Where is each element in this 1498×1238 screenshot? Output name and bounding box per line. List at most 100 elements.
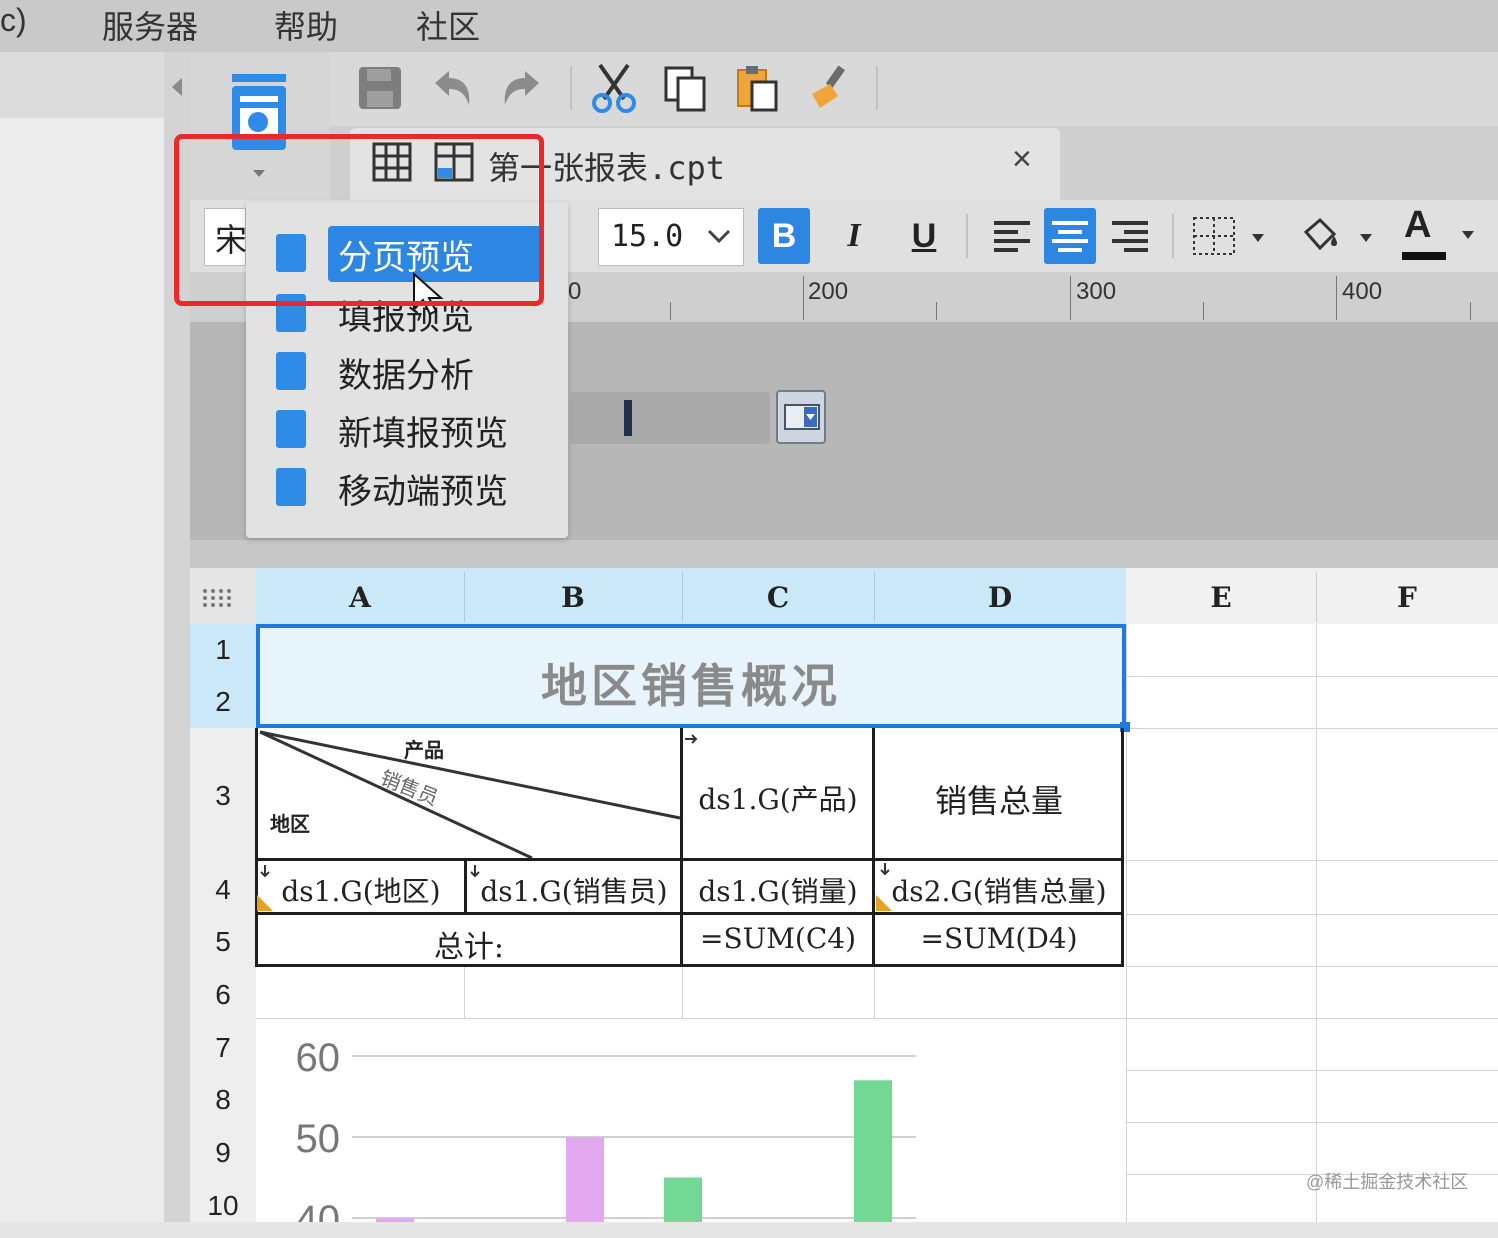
chart-bar	[664, 1177, 702, 1222]
grid-line	[1126, 728, 1498, 729]
column-header-e[interactable]: E	[1126, 568, 1316, 624]
border-button[interactable]	[1188, 208, 1268, 264]
expand-down-icon	[260, 865, 270, 878]
align-left-button[interactable]	[986, 208, 1038, 264]
row-header-3[interactable]: 3	[190, 728, 256, 860]
cell-d4[interactable]: ds2.G(销售总量)	[876, 870, 1122, 910]
data-analysis-icon	[276, 352, 306, 390]
column-header-d[interactable]: D	[874, 568, 1126, 624]
grid-dots-icon	[203, 589, 231, 607]
menu-item-label: 数据分析	[338, 357, 474, 395]
cut-icon[interactable]	[588, 62, 640, 114]
cell-c5[interactable]: =SUM(C4)	[684, 922, 872, 955]
format-painter-icon[interactable]	[804, 62, 856, 114]
column-divider	[1316, 572, 1317, 622]
italic-button[interactable]: I	[828, 208, 880, 264]
ruler-label: 0	[568, 278, 582, 305]
cell-b4[interactable]: ds1.G(销售员)	[467, 870, 681, 910]
font-size-select[interactable]: 15.0	[598, 208, 744, 266]
slash-label-product: 产品	[404, 740, 444, 762]
row-header-9[interactable]: 9	[190, 1122, 256, 1174]
column-divider	[874, 572, 875, 622]
column-header-f[interactable]: F	[1316, 568, 1498, 624]
fill-color-button[interactable]	[1296, 208, 1376, 264]
menu-item-community[interactable]: 社区	[416, 2, 480, 48]
menu-item-data-analysis[interactable]: 数据分析	[272, 344, 562, 396]
slash-label-region: 地区	[270, 814, 310, 836]
row-header-5[interactable]: 5	[190, 914, 256, 966]
grid-line	[682, 966, 683, 1018]
cell-d3[interactable]: 销售总量	[876, 776, 1122, 822]
row-header-1[interactable]: 1	[190, 624, 256, 676]
chart-bar	[854, 1080, 892, 1222]
cell-c4[interactable]: ds1.G(销量)	[684, 870, 872, 910]
paste-icon[interactable]	[732, 62, 784, 114]
parameter-dropdown-button[interactable]	[776, 390, 826, 444]
cell-c3[interactable]: ds1.G(产品)	[684, 778, 872, 818]
menu-item-server[interactable]: 服务器	[102, 2, 198, 48]
font-size-value: 15.0	[611, 219, 684, 254]
slash-header-lines	[259, 730, 681, 860]
row-header-8[interactable]: 8	[190, 1070, 256, 1122]
expand-marker-icon	[257, 895, 273, 911]
menu-item-label: 移动端预览	[338, 473, 508, 511]
grid-line	[1126, 624, 1127, 1222]
cell-a4[interactable]: ds1.G(地区)	[258, 870, 464, 910]
text-cursor	[624, 400, 632, 436]
parameter-panel-footer	[190, 540, 1498, 568]
parameter-input[interactable]	[570, 392, 770, 444]
grid-line	[1316, 624, 1317, 1222]
copy-icon[interactable]	[660, 62, 712, 114]
menu-item-new-fill-preview[interactable]: 新填报预览	[272, 402, 562, 454]
bar-chart[interactable]: 60 50 40	[256, 1020, 936, 1222]
ruler-tick	[1203, 302, 1204, 320]
undo-icon[interactable]	[426, 62, 478, 114]
ruler-tick	[803, 276, 804, 320]
column-divider	[682, 572, 683, 622]
align-right-icon	[1112, 221, 1148, 252]
grid-line	[874, 966, 875, 1018]
collapse-arrow-icon[interactable]	[170, 76, 184, 98]
toolbar-separator	[966, 214, 968, 258]
expand-down-icon	[880, 863, 890, 876]
expand-down-icon	[470, 865, 480, 878]
column-header-b[interactable]: B	[464, 568, 682, 624]
align-center-button[interactable]	[1044, 208, 1096, 264]
row-header-7[interactable]: 7	[190, 1018, 256, 1070]
grid-line	[1126, 966, 1498, 967]
font-color-button[interactable]: A	[1400, 204, 1484, 264]
table-border	[872, 728, 875, 967]
toolbar-separator	[1172, 214, 1174, 258]
row-header-2[interactable]: 2	[190, 676, 256, 728]
cell-d5[interactable]: =SUM(D4)	[876, 922, 1122, 955]
fill-bucket-icon	[1303, 217, 1372, 251]
cell-a5[interactable]: 总计:	[258, 922, 680, 966]
row-header-10[interactable]: 10	[190, 1174, 256, 1222]
y-tick-label: 60	[296, 1036, 341, 1080]
column-divider	[464, 572, 465, 622]
font-color-swatch	[1402, 252, 1446, 260]
select-all-corner[interactable]	[190, 568, 256, 624]
menu-item-partial[interactable]: c)	[0, 2, 27, 39]
report-title: 地区销售概况	[541, 659, 841, 713]
menu-item-help[interactable]: 帮助	[274, 2, 338, 48]
column-header-a[interactable]: A	[256, 568, 464, 624]
redo-icon[interactable]	[496, 62, 548, 114]
column-header-c[interactable]: C	[682, 568, 874, 624]
align-center-icon	[1052, 221, 1088, 252]
expand-marker-icon	[876, 895, 892, 911]
align-right-button[interactable]	[1104, 208, 1156, 264]
save-icon[interactable]	[354, 62, 406, 114]
underline-button[interactable]: U	[898, 208, 950, 264]
row-header-6[interactable]: 6	[190, 966, 256, 1018]
row-header-4[interactable]: 4	[190, 860, 256, 914]
chevron-down-icon[interactable]	[707, 229, 731, 245]
y-tick-label: 50	[296, 1117, 341, 1161]
bold-button[interactable]: B	[758, 208, 810, 264]
title-cell[interactable]: 地区销售概况	[256, 624, 1126, 728]
close-icon[interactable]: ×	[1012, 140, 1032, 179]
menu-item-mobile-preview[interactable]: 移动端预览	[272, 460, 562, 512]
menu-item-label: 新填报预览	[338, 415, 508, 453]
toolbar-separator	[876, 66, 878, 110]
ruler-label: 400	[1342, 278, 1383, 305]
